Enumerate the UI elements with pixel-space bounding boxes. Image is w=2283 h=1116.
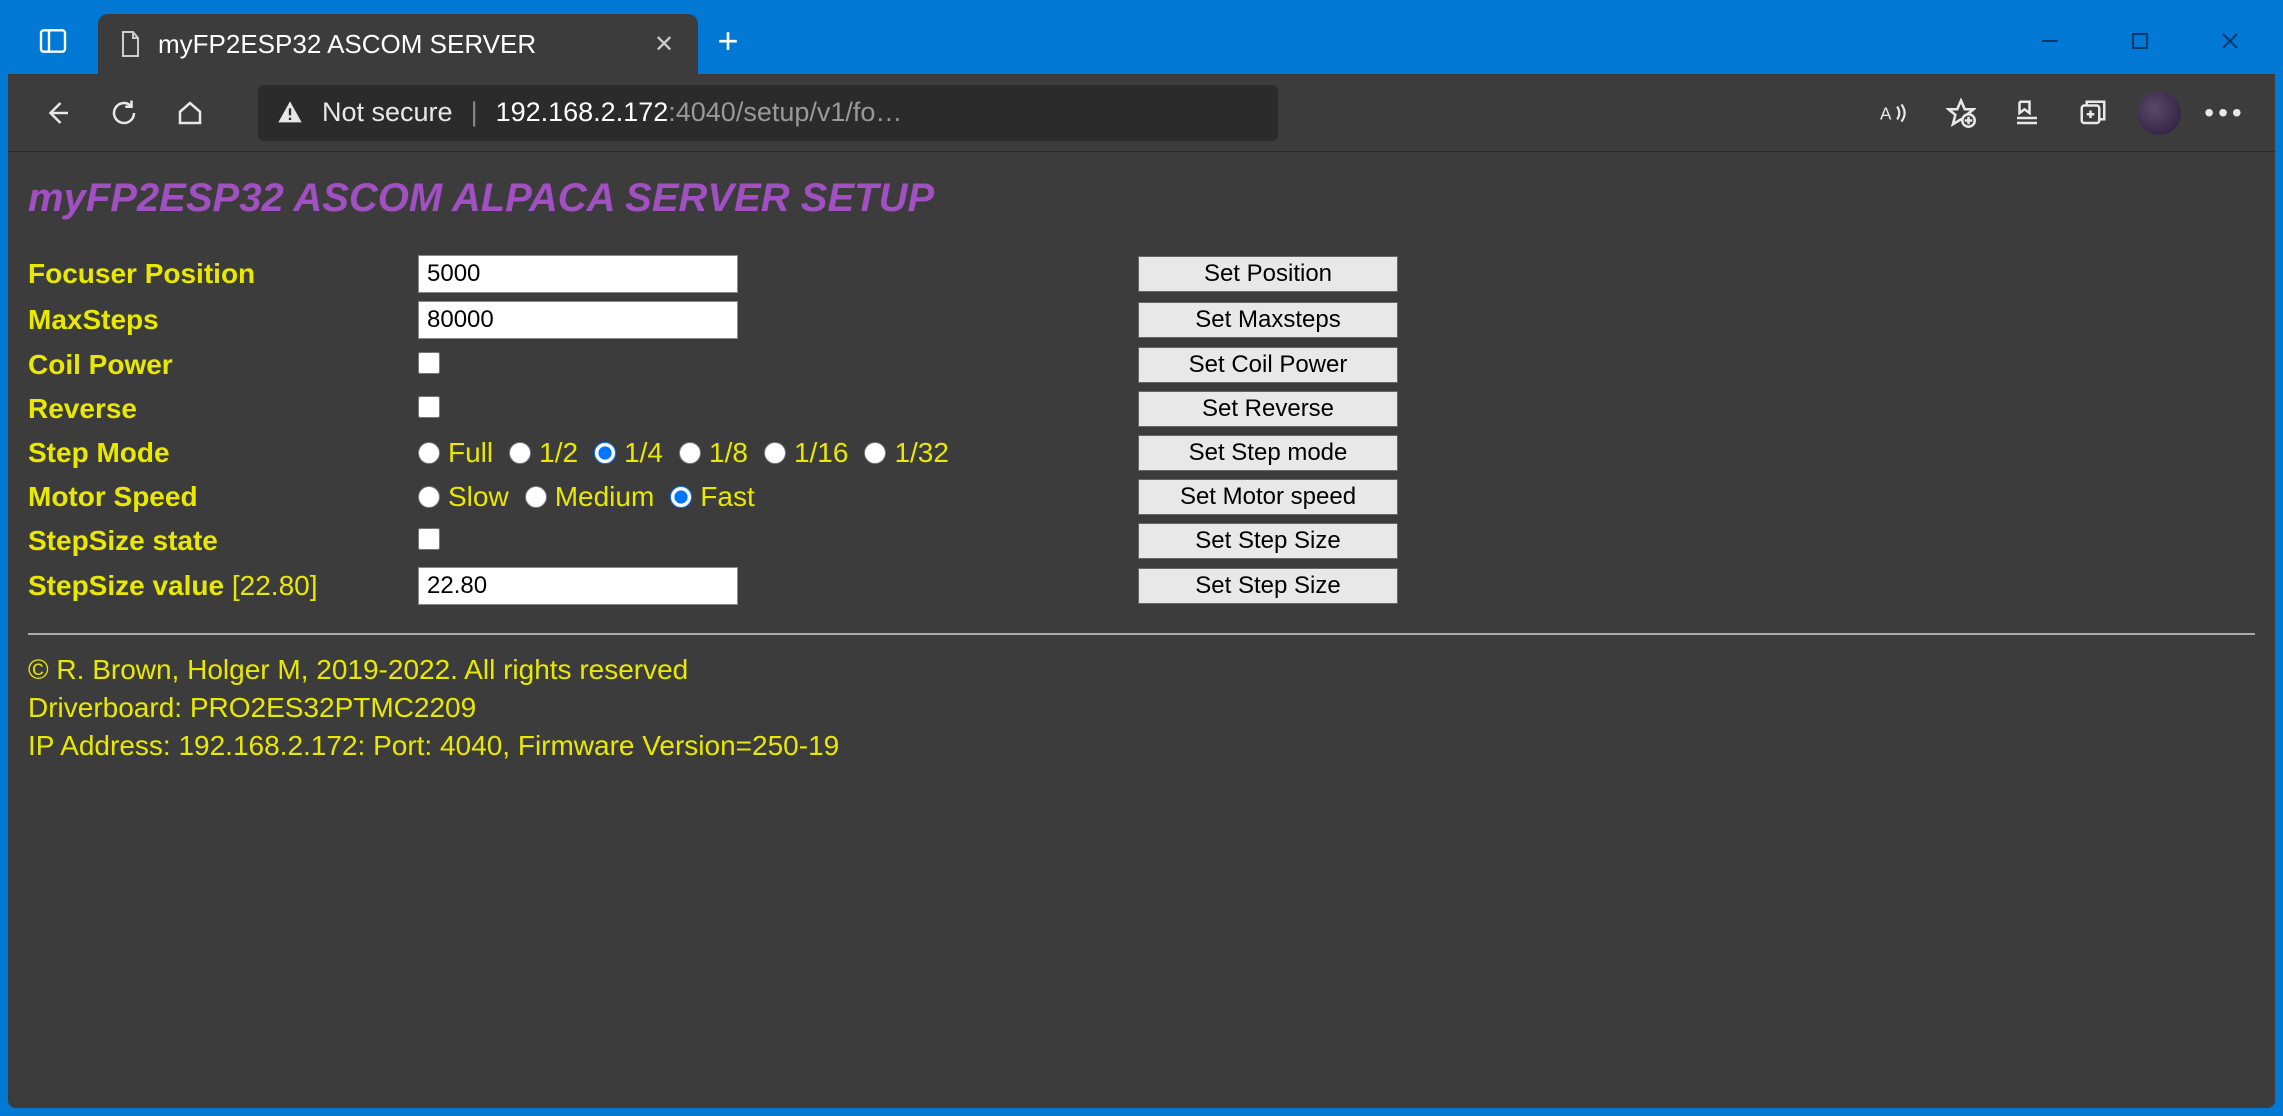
- ip-line: IP Address: 192.168.2.172: Port: 4040, F…: [28, 727, 2255, 765]
- maxsteps-input[interactable]: [418, 301, 738, 339]
- toolbar: Not secure | 192.168.2.172:4040/setup/v1…: [8, 74, 2275, 152]
- motor-speed-label: Motor Speed: [28, 475, 418, 519]
- footer: © R. Brown, Holger M, 2019-2022. All rig…: [28, 651, 2255, 764]
- url: 192.168.2.172:4040/setup/v1/fo…: [496, 97, 903, 128]
- refresh-button[interactable]: [96, 85, 152, 141]
- stepsize-state-checkbox[interactable]: [418, 528, 440, 550]
- address-bar[interactable]: Not secure | 192.168.2.172:4040/setup/v1…: [258, 85, 1278, 141]
- step-mode-sixteenth-radio[interactable]: [764, 442, 786, 464]
- step-mode-half-radio[interactable]: [509, 442, 531, 464]
- motor-speed-slow-radio[interactable]: [418, 486, 440, 508]
- step-mode-thirtysecond-radio[interactable]: [864, 442, 886, 464]
- step-mode-full-radio[interactable]: [418, 442, 440, 464]
- collections-icon[interactable]: [2065, 85, 2121, 141]
- driverboard-line: Driverboard: PRO2ES32PTMC2209: [28, 689, 2255, 727]
- set-reverse-button[interactable]: Set Reverse: [1138, 391, 1398, 427]
- motor-speed-group: Slow Medium Fast: [418, 481, 1138, 513]
- profile-avatar[interactable]: [2131, 85, 2187, 141]
- motor-speed-medium-radio[interactable]: [525, 486, 547, 508]
- favorites-list-icon[interactable]: [1999, 85, 2055, 141]
- home-button[interactable]: [162, 85, 218, 141]
- tab-actions-button[interactable]: [8, 8, 98, 74]
- stepsize-value-label: StepSize value [22.80]: [28, 563, 418, 609]
- titlebar: myFP2ESP32 ASCOM SERVER ✕ +: [8, 8, 2275, 74]
- page-icon: [118, 30, 142, 58]
- more-icon[interactable]: •••: [2197, 85, 2253, 141]
- page-content: myFP2ESP32 ASCOM ALPACA SERVER SETUP Foc…: [8, 152, 2275, 1108]
- maxsteps-label: MaxSteps: [28, 297, 418, 343]
- set-stepsize-value-button[interactable]: Set Step Size: [1138, 568, 1398, 604]
- focuser-position-label: Focuser Position: [28, 251, 418, 297]
- divider: |: [471, 97, 478, 128]
- read-aloud-icon[interactable]: A: [1867, 85, 1923, 141]
- set-motor-speed-button[interactable]: Set Motor speed: [1138, 479, 1398, 515]
- page-title: myFP2ESP32 ASCOM ALPACA SERVER SETUP: [28, 176, 2255, 221]
- reverse-label: Reverse: [28, 387, 418, 431]
- tab-title: myFP2ESP32 ASCOM SERVER: [158, 29, 634, 60]
- not-secure-icon: [276, 99, 304, 127]
- minimize-button[interactable]: [2005, 8, 2095, 74]
- separator: [28, 633, 2255, 635]
- browser-tab[interactable]: myFP2ESP32 ASCOM SERVER ✕: [98, 14, 698, 74]
- browser-window: myFP2ESP32 ASCOM SERVER ✕ + Not secure |…: [8, 8, 2275, 1108]
- set-coil-power-button[interactable]: Set Coil Power: [1138, 347, 1398, 383]
- stepsize-value-input[interactable]: [418, 567, 738, 605]
- set-stepsize-state-button[interactable]: Set Step Size: [1138, 523, 1398, 559]
- set-step-mode-button[interactable]: Set Step mode: [1138, 435, 1398, 471]
- close-window-button[interactable]: [2185, 8, 2275, 74]
- favorite-icon[interactable]: [1933, 85, 1989, 141]
- coil-power-checkbox[interactable]: [418, 352, 440, 374]
- new-tab-button[interactable]: +: [698, 8, 758, 74]
- focuser-position-input[interactable]: [418, 255, 738, 293]
- svg-text:A: A: [1880, 103, 1892, 123]
- motor-speed-fast-radio[interactable]: [670, 486, 692, 508]
- maximize-button[interactable]: [2095, 8, 2185, 74]
- stepsize-state-label: StepSize state: [28, 519, 418, 563]
- coil-power-label: Coil Power: [28, 343, 418, 387]
- set-position-button[interactable]: Set Position: [1138, 256, 1398, 292]
- set-maxsteps-button[interactable]: Set Maxsteps: [1138, 302, 1398, 338]
- close-tab-icon[interactable]: ✕: [650, 30, 678, 58]
- step-mode-label: Step Mode: [28, 431, 418, 475]
- step-mode-group: Full 1/2 1/4 1/8 1/16 1/32: [418, 437, 1138, 469]
- back-button[interactable]: [30, 85, 86, 141]
- setup-form: Focuser Position Set Position MaxSteps S…: [28, 251, 1398, 609]
- step-mode-quarter-radio[interactable]: [594, 442, 616, 464]
- copyright-line: © R. Brown, Holger M, 2019-2022. All rig…: [28, 651, 2255, 689]
- security-label: Not secure: [322, 97, 453, 128]
- step-mode-eighth-radio[interactable]: [679, 442, 701, 464]
- reverse-checkbox[interactable]: [418, 396, 440, 418]
